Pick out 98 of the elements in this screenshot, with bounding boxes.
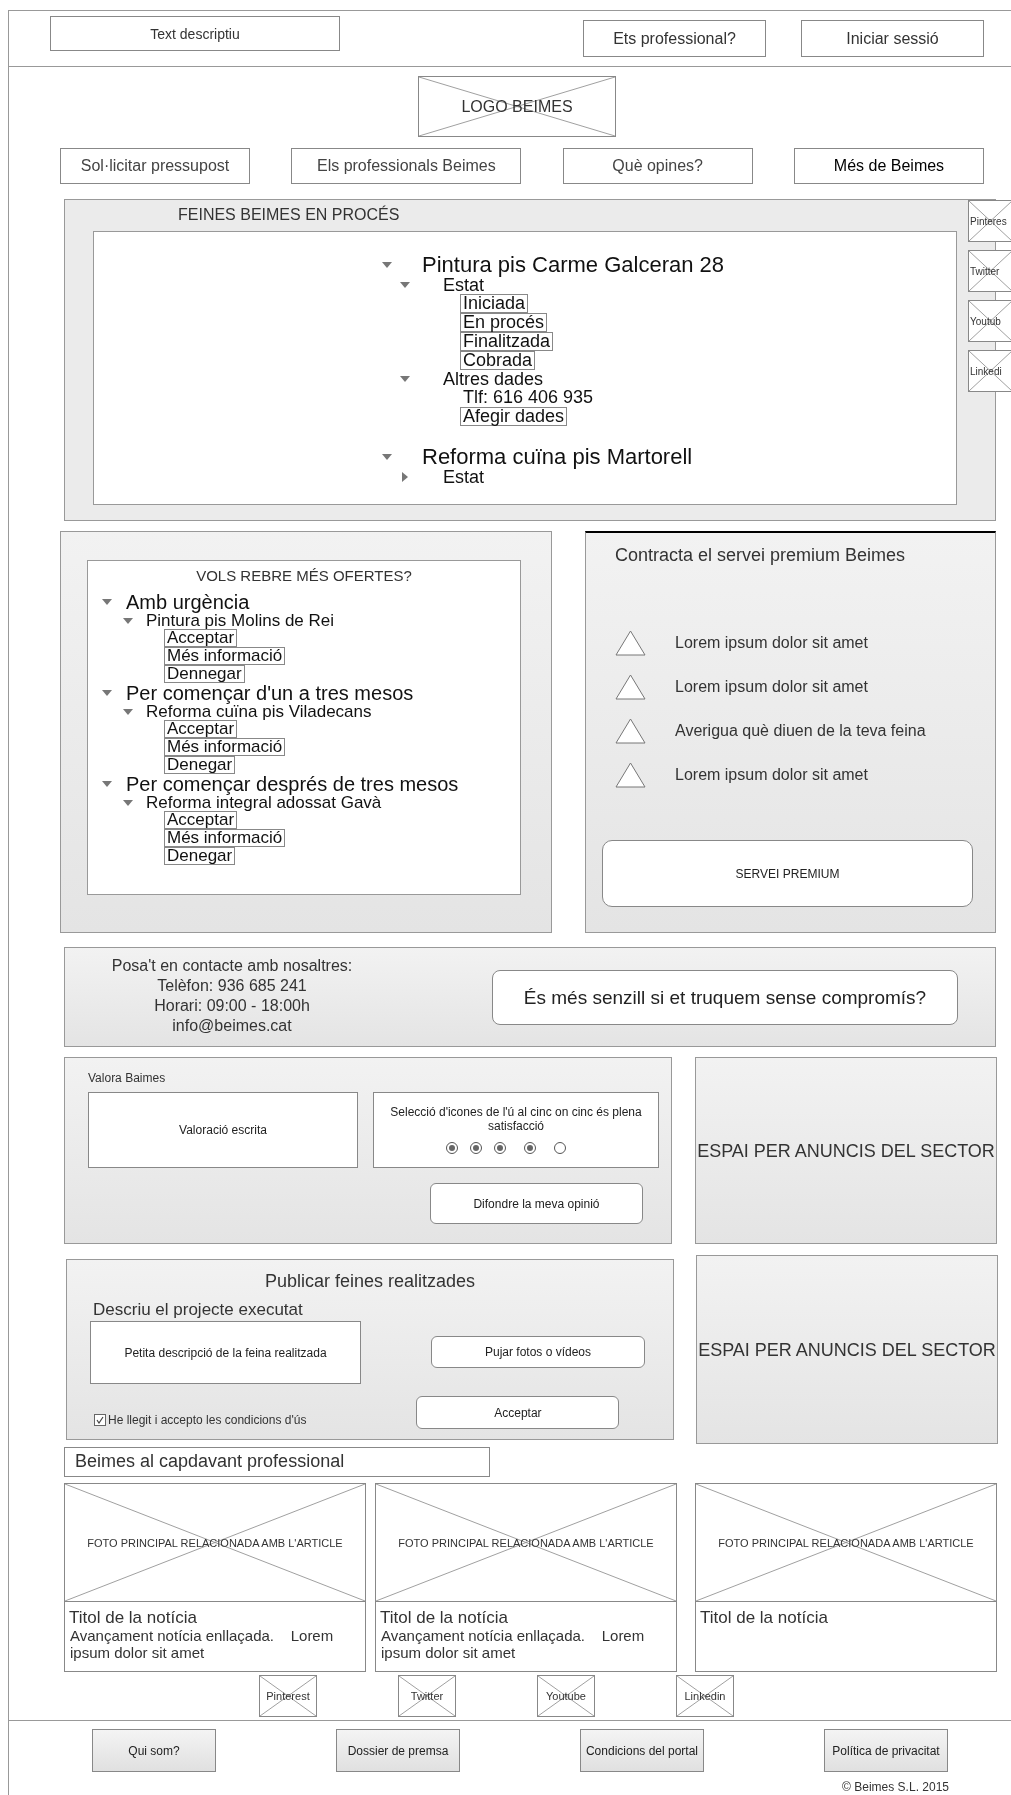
description-text: Text descriptiu — [50, 16, 340, 51]
social-button[interactable]: Twitter — [968, 250, 1011, 292]
caret-down-icon[interactable] — [102, 597, 112, 607]
feature-text: Lorem ipsum dolor sit amet — [675, 766, 868, 784]
tree-node-label[interactable]: Estat — [443, 468, 485, 486]
tree-action-button[interactable]: Acceptar — [164, 720, 238, 738]
news-title[interactable]: Titol de la notícia — [65, 1602, 365, 1627]
social-button[interactable]: Youtube — [537, 1675, 595, 1717]
publish-title: Publicar feines realitzades — [263, 1271, 477, 1292]
header-button[interactable]: Ets professional? — [583, 20, 766, 57]
tree-text: Tlf: 616 406 935 — [462, 388, 595, 407]
triangle-icon — [615, 762, 646, 788]
caret-down-icon[interactable] — [102, 688, 112, 698]
tree-node-label[interactable]: Reforma integral adossat Gavà — [146, 794, 382, 811]
caret-down-icon[interactable] — [123, 615, 133, 626]
tree-node-label[interactable]: Per començar d'un a tres mesos — [126, 683, 414, 703]
tree-action-button[interactable]: Dennegar — [164, 665, 245, 683]
rating-icons-label: Selecció d'icones de l'ú al cinc on cinc és plena satisfacció — [389, 1105, 643, 1133]
tree-action-button[interactable]: Finalitzada — [460, 332, 554, 351]
footer-link[interactable]: Política de privacitat — [824, 1729, 948, 1772]
footer-link[interactable]: Qui som? — [92, 1729, 216, 1772]
premium-title: Contracta el servei premium Beimes — [615, 545, 907, 566]
tree-action-button[interactable]: Més informació — [164, 738, 286, 756]
nav-button[interactable]: Més de Beimes — [794, 148, 984, 184]
tree-action-button[interactable]: Denegar — [164, 756, 236, 774]
social-button[interactable]: Youtub — [968, 300, 1011, 342]
description-field[interactable]: Petita descripció de la feina realitzada — [90, 1321, 361, 1384]
tree-action-button[interactable]: Acceptar — [164, 629, 238, 647]
photo-caption: FOTO PRINCIPAL RELACIONADA AMB L'ARTICLE — [397, 1536, 655, 1549]
news-excerpt: Avançament notícia enllaçada. Lorem ipsum dolor sit amet — [69, 1627, 335, 1661]
caret-down-icon[interactable] — [400, 374, 410, 384]
accept-button[interactable]: Acceptar — [416, 1396, 620, 1429]
tree-action-button[interactable]: Més informació — [164, 647, 286, 665]
caret-down-icon[interactable] — [123, 797, 133, 808]
footer-link[interactable]: Dossier de premsa — [336, 1729, 460, 1772]
social-button[interactable]: Linkedin — [676, 1675, 734, 1717]
rating-radio[interactable] — [470, 1142, 482, 1154]
nav-button[interactable]: Els professionals Beimes — [291, 148, 522, 184]
publish-subtitle: Descriu el projecte executat — [93, 1300, 304, 1320]
rating-title: Valora Baimes — [88, 1071, 167, 1085]
tree-action-button[interactable]: Cobrada — [460, 351, 536, 370]
social-button[interactable]: Pinteres — [968, 200, 1011, 242]
rating-radio[interactable] — [554, 1142, 566, 1154]
feature-text: Lorem ipsum dolor sit amet — [675, 678, 868, 696]
social-button[interactable]: Linkedi — [968, 350, 1011, 392]
photo-caption: FOTO PRINCIPAL RELACIONADA AMB L'ARTICLE — [717, 1536, 975, 1549]
rating-radio[interactable] — [524, 1142, 536, 1154]
tree-node-label[interactable]: Reforma cuïna pis Martorell — [422, 446, 693, 468]
tree-action-button[interactable]: En procés — [460, 313, 548, 332]
tree-action-button[interactable]: Afegir dades — [460, 407, 568, 426]
caret-right-icon[interactable] — [400, 472, 410, 482]
ad-text: ESPAI PER ANUNCIS DEL SECTOR — [697, 1339, 997, 1360]
tree-node-label[interactable]: Reforma cuïna pis Viladecans — [146, 703, 372, 720]
triangle-icon — [615, 718, 646, 744]
header-button[interactable]: Iniciar sessió — [801, 20, 984, 57]
written-review-field[interactable]: Valoració escrita — [88, 1092, 358, 1168]
ad-text: ESPAI PER ANUNCIS DEL SECTOR — [696, 1140, 996, 1161]
nav-button[interactable]: Sol·licitar pressupost — [60, 148, 250, 184]
triangle-icon — [615, 674, 646, 700]
feature-text: Lorem ipsum dolor sit amet — [675, 634, 868, 652]
upload-button[interactable]: Pujar fotos o vídeos — [431, 1336, 645, 1368]
caret-down-icon[interactable] — [123, 706, 133, 717]
tree-action-button[interactable]: Acceptar — [164, 811, 238, 829]
placeholder-cross-icon — [419, 77, 615, 136]
social-button[interactable]: Pinterest — [259, 1675, 317, 1717]
tree-node-label[interactable]: Estat — [443, 276, 485, 294]
tree-node-label[interactable]: Altres dades — [443, 370, 544, 388]
news-heading: Beimes al capdavant professional — [64, 1447, 490, 1477]
tree-node-label[interactable]: Per començar després de tres mesos — [126, 774, 459, 794]
tree-action-button[interactable]: Denegar — [164, 847, 236, 865]
logo-text: LOGO BEIMES — [460, 97, 574, 116]
tree-action-button[interactable]: Iniciada — [460, 294, 529, 313]
terms-checkbox[interactable] — [94, 1414, 106, 1426]
rating-radio[interactable] — [446, 1142, 458, 1154]
panel-title: FEINES BEIMES EN PROCÉS — [178, 206, 400, 225]
footer-link[interactable]: Condicions del portal — [580, 1729, 704, 1772]
contact-text: Posa't en contacte amb nosaltres: Telèfon: 936 685 241 Horari: 09:00 - 18:00h info@beimes.cat — [110, 956, 354, 1036]
feature-text: Averigua què diuen de la teva feina — [675, 722, 926, 740]
caret-down-icon[interactable] — [382, 260, 392, 270]
callback-button[interactable]: És més senzill si et truquem sense compromís? — [492, 970, 958, 1025]
rating-radio[interactable] — [494, 1142, 506, 1154]
nav-button[interactable]: Què opines? — [562, 148, 753, 184]
photo-caption: FOTO PRINCIPAL RELACIONADA AMB L'ARTICLE — [86, 1536, 344, 1549]
copyright-text: © Beimes S.L. 2015 — [841, 1780, 949, 1794]
tree-node-label[interactable]: Pintura pis Carme Galceran 28 — [422, 254, 725, 276]
caret-down-icon[interactable] — [102, 779, 112, 789]
terms-label: He llegit i accepto les condicions d'ús — [108, 1413, 307, 1427]
news-excerpt: Avançament notícia enllaçada. Lorem ipsum dolor sit amet — [380, 1627, 646, 1661]
caret-down-icon[interactable] — [400, 280, 410, 290]
share-opinion-button[interactable]: Difondre la meva opinió — [430, 1183, 643, 1224]
tree-action-button[interactable]: Més informació — [164, 829, 286, 847]
social-button[interactable]: Twitter — [398, 1675, 456, 1717]
offers-title: VOLS REBRE MÉS OFERTES? — [195, 567, 413, 584]
caret-down-icon[interactable] — [382, 452, 392, 462]
triangle-icon — [615, 630, 646, 656]
news-title[interactable]: Titol de la notícia — [376, 1602, 676, 1627]
news-title[interactable]: Titol de la notícia — [696, 1602, 996, 1627]
premium-button[interactable]: SERVEI PREMIUM — [602, 840, 973, 907]
